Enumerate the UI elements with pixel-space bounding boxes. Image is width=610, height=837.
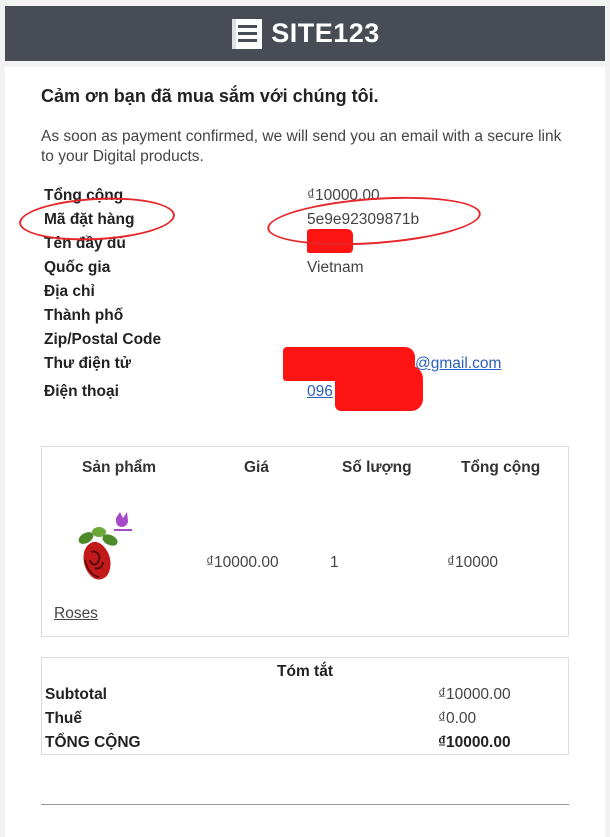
info-label: Điện thoại [44,383,119,400]
summary-title: Tóm tắt [277,663,333,680]
summary-value-grand-total: ₫10000.00 [438,734,511,751]
product-quantity: 1 [330,554,339,571]
summary-label-subtotal: Subtotal [45,686,107,703]
info-label: Địa chỉ [44,283,95,300]
col-header-quantity: Số lượng [342,459,412,476]
summary-label-grand-total: TỔNG CỘNG [45,734,141,751]
product-price: ₫10000.00 [206,554,279,571]
product-image [71,510,145,587]
logo-text: SITE123 [271,18,380,48]
annotation-circle-value [265,190,483,252]
info-row-email: Thư điện tử [44,355,131,377]
info-label: Thư điện tử [44,355,132,372]
info-row-address: Địa chỉ [44,283,95,305]
thank-you-title: Cảm ơn bạn đã mua sắm với chúng tôi. [41,86,379,106]
summary-value-tax: ₫0.00 [438,710,477,727]
summary-value-subtotal: ₫10000.00 [438,686,511,703]
site123-logo-icon [232,18,263,49]
payment-message: As soon as payment confirmed, we will se… [41,128,562,165]
annotation-circle-label [18,193,176,245]
info-row-phone: Điện thoại [44,383,119,405]
col-header-total: Tổng cộng [461,459,541,476]
footer-divider [41,804,569,805]
info-row-zip: Zip/Postal Code [44,331,161,353]
email-link[interactable]: @gmail.com [415,355,501,373]
summary-box: Tóm tắt Subtotal ₫10000.00 Thuế ₫0.00 TỔ… [41,657,569,755]
info-row-country: Quốc gia [44,259,110,281]
site-header: SITE123 [5,6,605,61]
product-total: ₫10000 [447,554,499,571]
col-header-price: Giá [244,459,269,476]
summary-label-tax: Thuế [45,710,83,727]
col-header-product: Sản phẩm [82,459,157,476]
phone-link[interactable]: 096 [307,383,333,401]
info-row-city: Thành phố [44,307,123,329]
info-label: Thành phố [44,307,124,324]
order-confirmation-card: Cảm ơn bạn đã mua sắm với chúng tôi. As … [5,67,605,837]
site-logo[interactable]: SITE123 [230,17,380,51]
product-link-roses[interactable]: Roses [54,605,98,623]
redaction-phone [335,365,423,411]
rose-image [78,512,132,580]
products-table: Sản phẩm Giá Số lượng Tổng cộng ₫10000.0… [41,446,569,637]
info-label: Zip/Postal Code [44,331,162,348]
info-label: Quốc gia [44,259,111,276]
info-value-country: Vietnam [307,259,364,276]
